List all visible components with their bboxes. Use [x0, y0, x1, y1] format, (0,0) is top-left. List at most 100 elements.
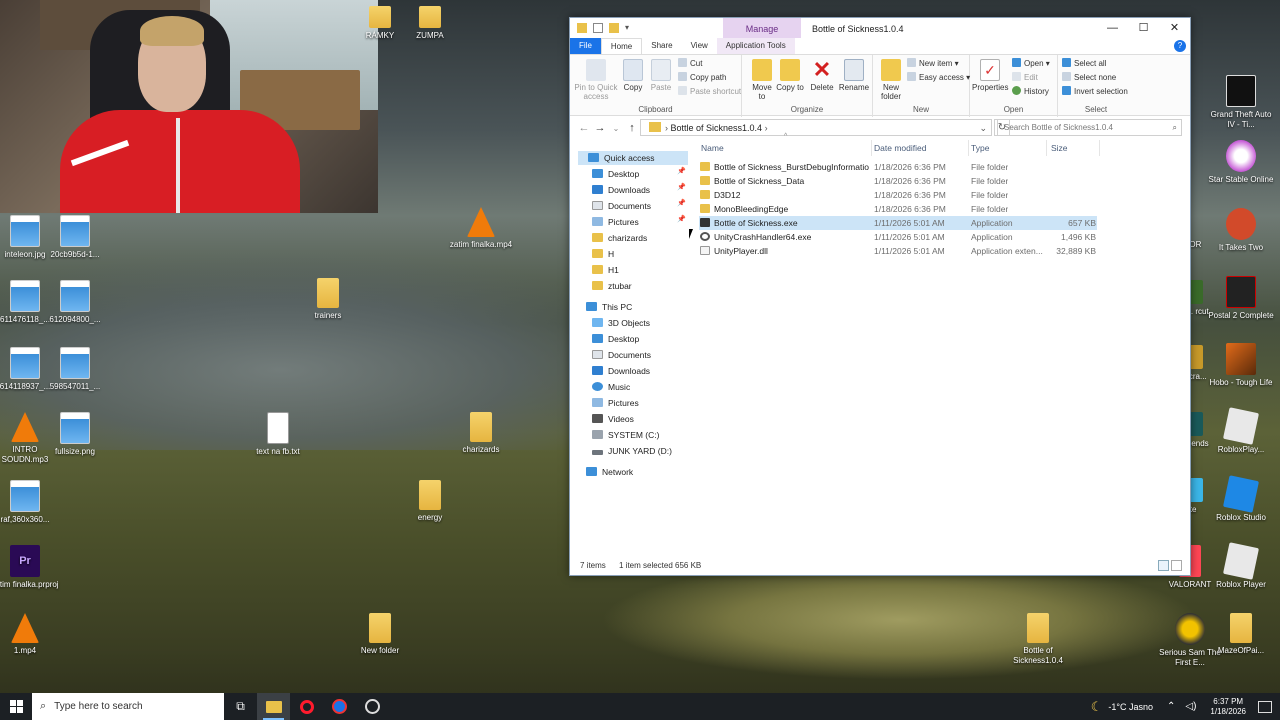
desktop-icon[interactable]: ZUMPA — [395, 6, 465, 41]
pin-quick-access-button[interactable]: Pin to Quick access — [574, 59, 618, 101]
chevron-down-icon[interactable]: ▾ — [625, 23, 631, 33]
desktop-icon[interactable]: 612094800_... — [40, 280, 110, 325]
desktop-icon[interactable]: zatim finalka.mp4 — [446, 207, 516, 250]
table-row[interactable]: MonoBleedingEdge 1/18/2026 6:36 PM File fo… — [699, 202, 1097, 216]
nav-quick-access[interactable]: Quick access — [578, 151, 688, 165]
nav-item[interactable]: Pictures — [592, 396, 639, 410]
column-header-size[interactable]: Size — [1051, 140, 1068, 156]
nav-item[interactable]: Documents — [592, 199, 651, 213]
open-button[interactable]: Open ▾ — [1012, 57, 1050, 71]
desktop-icon[interactable]: MazeOfPai... — [1206, 613, 1276, 656]
large-icons-view-icon[interactable] — [1171, 560, 1182, 571]
nav-item[interactable]: H1 — [592, 263, 619, 277]
copy-to-button[interactable]: Copy to — [776, 59, 804, 92]
nav-item[interactable]: Videos — [592, 412, 634, 426]
nav-this-pc[interactable]: This PC — [586, 300, 632, 314]
tab-application-tools[interactable]: Application Tools — [716, 38, 795, 54]
back-arrow-icon[interactable]: ← — [576, 122, 592, 134]
nav-network[interactable]: Network — [586, 465, 633, 479]
start-button[interactable] — [0, 693, 32, 720]
desktop-icon[interactable]: Roblox Studio — [1206, 475, 1276, 523]
desktop-icon[interactable]: Przatim finalka.prproj — [0, 545, 60, 590]
desktop-icon[interactable]: charizards — [446, 412, 516, 455]
table-row[interactable]: Bottle of Sickness_Data 1/18/2026 6:36 PM… — [699, 174, 1097, 188]
tab-home[interactable]: Home — [600, 37, 643, 55]
desktop-icon[interactable]: fullsize.png — [40, 412, 110, 457]
select-none-button[interactable]: Select none — [1062, 71, 1116, 85]
copy-button[interactable]: Copy — [620, 59, 646, 92]
nav-item[interactable]: Downloads — [592, 183, 650, 197]
nav-item[interactable]: JUNK YARD (D:) — [592, 444, 672, 458]
desktop-icon[interactable]: It Takes Two — [1206, 208, 1276, 253]
manage-context-tab[interactable]: Manage — [723, 18, 801, 38]
desktop-icon[interactable]: Grand Theft Auto IV - Ti... — [1206, 75, 1276, 130]
file-list[interactable]: ^ Name Date modified Type Size Bottle of… — [696, 133, 1186, 560]
tab-view[interactable]: View — [682, 38, 717, 54]
new-folder-qa-icon[interactable] — [609, 23, 619, 33]
nav-item[interactable]: SYSTEM (C:) — [592, 428, 659, 442]
desktop-icon[interactable]: Bottle of Sickness1.0.4 — [1003, 613, 1073, 666]
forward-arrow-icon[interactable]: → — [592, 122, 608, 134]
address-dropdown-icon[interactable]: ⌄ — [979, 120, 987, 136]
desktop-icon[interactable]: text na fb.txt — [243, 412, 313, 457]
select-all-button[interactable]: Select all — [1062, 57, 1106, 71]
desktop-icon[interactable]: trainers — [293, 278, 363, 321]
table-row[interactable]: UnityPlayer.dll 1/11/2026 5:01 AM Applicat… — [699, 244, 1097, 258]
table-row-selected[interactable]: Bottle of Sickness.exe 1/11/2026 5:01 AM A… — [699, 216, 1097, 230]
cut-button[interactable]: Cut — [678, 57, 702, 71]
breadcrumb[interactable]: Bottle of Sickness1.0.4 — [671, 123, 763, 133]
properties-qa-icon[interactable] — [593, 23, 603, 33]
new-item-button[interactable]: New item ▾ — [907, 57, 959, 71]
desktop-icon[interactable]: New folder — [345, 613, 415, 656]
new-folder-button[interactable]: New folder — [877, 59, 905, 101]
rename-button[interactable]: Rename — [838, 59, 870, 92]
nav-item[interactable]: ztubar — [592, 279, 632, 293]
nav-item[interactable]: Documents — [592, 348, 651, 362]
volume-icon[interactable]: ◁) — [1185, 701, 1196, 712]
history-button[interactable]: History — [1012, 85, 1049, 99]
recent-locations-chevron-icon[interactable]: ⌄ — [608, 124, 624, 133]
task-view-button[interactable]: ⧉ — [224, 693, 257, 720]
close-button[interactable]: ✕ — [1159, 18, 1190, 38]
address-box[interactable]: › Bottle of Sickness1.0.4 › ⌄ — [640, 119, 992, 136]
move-to-button[interactable]: Move to — [748, 59, 776, 101]
minimize-button[interactable]: — — [1097, 18, 1128, 38]
desktop-icon[interactable]: Hobo - Tough Life — [1206, 343, 1276, 388]
properties-button[interactable]: ✓ Properties — [972, 59, 1008, 92]
taskbar-opera[interactable] — [290, 693, 323, 720]
search-input[interactable]: Search Bottle of Sickness1.0.4 ⌕ — [997, 119, 1182, 136]
desktop-icon[interactable]: 20cb9b5d-1... — [40, 215, 110, 260]
desktop-icon[interactable]: RÁMKY — [360, 6, 400, 41]
desktop-icon[interactable]: 1.mp4 — [0, 613, 60, 656]
nav-item[interactable]: 3D Objects — [592, 316, 650, 330]
column-header-type[interactable]: Type — [971, 140, 989, 156]
table-row[interactable]: Bottle of Sickness_BurstDebugInformatio.… — [699, 160, 1097, 174]
details-view-icon[interactable] — [1158, 560, 1169, 571]
nav-item[interactable]: Downloads — [592, 364, 650, 378]
taskbar-file-explorer[interactable] — [257, 693, 290, 720]
taskbar-app[interactable] — [356, 693, 389, 720]
paste-shortcut-button[interactable]: Paste shortcut — [678, 85, 741, 99]
desktop-icon[interactable]: raf,360x360... — [0, 480, 60, 525]
desktop-icon[interactable]: 598547011_... — [40, 347, 110, 392]
nav-item[interactable]: H — [592, 247, 614, 261]
up-arrow-icon[interactable]: ↑ — [624, 122, 640, 134]
nav-item[interactable]: Music — [592, 380, 630, 394]
tab-share[interactable]: Share — [642, 38, 681, 54]
delete-button[interactable]: ✕ Delete — [808, 59, 836, 93]
title-bar[interactable]: ▾ Manage Bottle of Sickness1.0.4 — ☐ ✕ — [570, 18, 1190, 38]
easy-access-button[interactable]: Easy access ▾ — [907, 71, 970, 85]
nav-item[interactable]: charizards — [592, 231, 647, 245]
nav-item[interactable]: Desktop — [592, 332, 639, 346]
desktop-icon[interactable]: RobloxPlay... — [1206, 407, 1276, 455]
invert-selection-button[interactable]: Invert selection — [1062, 85, 1128, 99]
table-row[interactable]: D3D12 1/18/2026 6:36 PM File folder — [699, 188, 1097, 202]
copy-path-button[interactable]: Copy path — [678, 71, 726, 85]
navigation-pane[interactable]: Quick access Desktop 📌 Downloads 📌 Docum… — [570, 147, 690, 567]
file-explorer-window[interactable]: ▾ Manage Bottle of Sickness1.0.4 — ☐ ✕ F… — [569, 17, 1191, 576]
taskbar-app[interactable] — [323, 693, 356, 720]
column-header-date[interactable]: Date modified — [874, 140, 926, 156]
desktop-icon[interactable]: Star Stable Online — [1206, 140, 1276, 185]
taskbar-search-input[interactable]: ⌕ Type here to search — [32, 693, 224, 720]
column-header-name[interactable]: Name — [701, 140, 724, 156]
